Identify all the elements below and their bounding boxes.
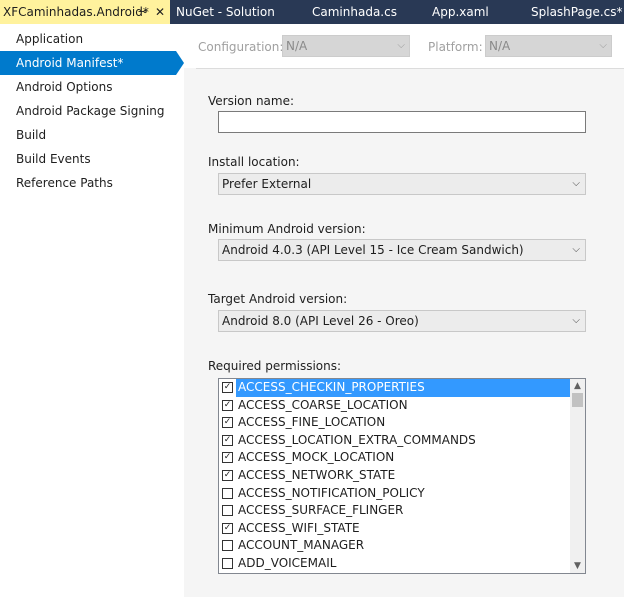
permission-name: ACCESS_CHECKIN_PROPERTIES: [236, 379, 570, 397]
permission-row[interactable]: ✓ ACCESS_MOCK_LOCATION: [219, 449, 570, 467]
chevron-down-icon: ⌵: [599, 40, 607, 51]
chevron-down-icon: ⌵: [397, 40, 405, 51]
permission-name: ACCESS_NOTIFICATION_POLICY: [238, 485, 425, 500]
permission-row[interactable]: ✓ ACCESS_CHECKIN_PROPERTIES: [219, 379, 570, 397]
platform-label: Platform:: [428, 40, 483, 54]
target-android-select[interactable]: Android 8.0 (API Level 26 - Oreo) ⌵: [218, 310, 586, 332]
permission-row[interactable]: ✓ ACCESS_NETWORK_STATE: [219, 467, 570, 485]
close-icon[interactable]: ✕: [155, 0, 165, 24]
permission-checkbox[interactable]: ✓: [222, 382, 233, 393]
install-location-label: Install location:: [208, 155, 300, 169]
min-android-value: Android 4.0.3 (API Level 15 - Ice Cream …: [222, 243, 524, 257]
permission-name: ACCESS_WIFI_STATE: [238, 520, 360, 535]
tab-label: NuGet - Solution: [176, 5, 275, 19]
install-location-value: Prefer External: [222, 177, 312, 191]
configuration-bar: Configuration: N/A ⌵ Platform: N/A ⌵: [184, 24, 624, 68]
permission-name: ACCESS_MOCK_LOCATION: [238, 450, 395, 465]
permission-checkbox[interactable]: ✓: [222, 470, 233, 481]
permission-checkbox[interactable]: ✓: [222, 417, 233, 429]
permission-name: ADD_VOICEMAIL: [238, 556, 337, 570]
permission-name: ACCOUNT_MANAGER: [238, 538, 365, 553]
scrollbar-thumb[interactable]: [572, 393, 583, 407]
chevron-down-icon: ⌵: [572, 178, 580, 189]
target-android-value: Android 8.0 (API Level 26 - Oreo): [222, 314, 419, 328]
permission-checkbox[interactable]: ✓: [222, 434, 233, 446]
platform-select[interactable]: N/A ⌵: [485, 35, 612, 57]
permission-name: ACCESS_FINE_LOCATION: [238, 415, 386, 430]
permission-checkbox[interactable]: ✓: [222, 399, 233, 411]
tab-caminhada-cs[interactable]: Caminhada.cs: [312, 0, 397, 24]
permission-name: ACCESS_LOCATION_EXTRA_COMMANDS: [238, 432, 476, 447]
required-permissions-label: Required permissions:: [208, 359, 342, 373]
platform-value: N/A: [489, 39, 511, 53]
target-android-label: Target Android version:: [208, 292, 348, 306]
tab-label: SplashPage.cs*: [531, 5, 623, 19]
permission-row[interactable]: ✓ ACCESS_FINE_LOCATION: [219, 414, 570, 432]
permission-checkbox[interactable]: [222, 558, 233, 569]
permission-checkbox[interactable]: ✓: [222, 452, 233, 464]
min-android-select[interactable]: Android 4.0.3 (API Level 15 - Ice Cream …: [218, 239, 586, 261]
permission-checkbox[interactable]: [222, 487, 233, 499]
permission-checkbox[interactable]: [222, 540, 233, 552]
project-properties-nav: Application Android Manifest* Android Op…: [0, 24, 184, 597]
document-tab-strip: XFCaminhadas.Android* ⊸ ✕ NuGet - Soluti…: [0, 0, 624, 24]
permissions-scrollbar[interactable]: ▲ ▼: [570, 379, 585, 573]
nav-item-build[interactable]: Build: [0, 123, 176, 147]
scroll-up-icon[interactable]: ▲: [570, 379, 585, 393]
version-name-input[interactable]: [218, 111, 586, 133]
nav-item-android-options[interactable]: Android Options: [0, 75, 176, 99]
permission-row[interactable]: ACCESS_SURFACE_FLINGER: [219, 502, 570, 520]
tab-label: App.xaml: [432, 5, 489, 19]
permission-row[interactable]: ACCESS_NOTIFICATION_POLICY: [219, 485, 570, 503]
permission-row[interactable]: ACCOUNT_MANAGER: [219, 537, 570, 555]
nav-item-android-package-signing[interactable]: Android Package Signing: [0, 99, 176, 123]
version-name-label: Version name:: [208, 94, 295, 108]
permission-row[interactable]: ✓ ACCESS_LOCATION_EXTRA_COMMANDS: [219, 432, 570, 450]
configuration-select[interactable]: N/A ⌵: [282, 35, 410, 57]
permission-checkbox[interactable]: ✓: [222, 522, 233, 534]
tab-splashpage-cs[interactable]: SplashPage.cs*: [531, 0, 623, 24]
tab-label: Caminhada.cs: [312, 5, 397, 19]
permission-row[interactable]: ADD_VOICEMAIL: [219, 555, 570, 573]
scroll-down-icon[interactable]: ▼: [570, 559, 585, 573]
tab-xfcaminhadas-android[interactable]: XFCaminhadas.Android* ⊸ ✕: [0, 0, 170, 24]
selection-arrow-icon: [176, 51, 184, 75]
tab-app-xaml[interactable]: App.xaml: [432, 0, 489, 24]
permission-row[interactable]: ✓ ACCESS_WIFI_STATE: [219, 520, 570, 538]
configuration-label: Configuration:: [198, 40, 284, 54]
chevron-down-icon: ⌵: [572, 244, 580, 255]
install-location-select[interactable]: Prefer External ⌵: [218, 173, 586, 195]
android-manifest-page: Configuration: N/A ⌵ Platform: N/A ⌵ Ver…: [184, 24, 624, 597]
permission-checkbox[interactable]: [222, 505, 233, 517]
pin-icon[interactable]: ⊸: [138, 0, 147, 24]
nav-item-reference-paths[interactable]: Reference Paths: [0, 171, 176, 195]
permission-name: ACCESS_NETWORK_STATE: [238, 468, 396, 482]
permission-name: ACCESS_COARSE_LOCATION: [238, 397, 408, 412]
nav-item-android-manifest[interactable]: Android Manifest*: [0, 51, 176, 75]
divider: [196, 68, 624, 69]
permissions-list[interactable]: ✓ ACCESS_CHECKIN_PROPERTIES ✓ ACCESS_COA…: [218, 378, 586, 574]
chevron-down-icon: ⌵: [572, 315, 580, 326]
nav-item-build-events[interactable]: Build Events: [0, 147, 176, 171]
permission-row[interactable]: ✓ ACCESS_COARSE_LOCATION: [219, 397, 570, 415]
min-android-label: Minimum Android version:: [208, 222, 366, 236]
permission-name: ACCESS_SURFACE_FLINGER: [238, 503, 404, 518]
nav-item-application[interactable]: Application: [0, 27, 176, 51]
configuration-value: N/A: [286, 39, 308, 53]
tab-label: XFCaminhadas.Android*: [3, 5, 149, 19]
tab-nuget-solution[interactable]: NuGet - Solution: [176, 0, 275, 24]
